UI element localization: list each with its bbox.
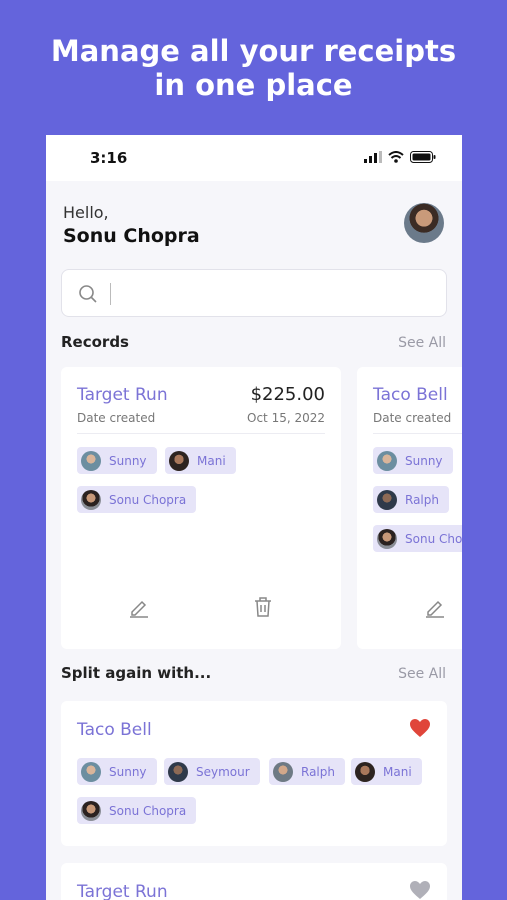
promo-line-2: in one place (154, 68, 353, 102)
promo-line-1: Manage all your receipts (50, 34, 457, 68)
member-chip: Sonu Cho (373, 525, 462, 552)
battery-icon (410, 151, 436, 163)
record-card-target-run[interactable]: Target Run $225.00 Date created Oct 15, … (61, 367, 341, 649)
member-avatar (273, 761, 293, 782)
member-name: Sunny (109, 453, 147, 468)
member-chip: Ralph (373, 486, 449, 513)
date-value: Oct 15, 2022 (247, 411, 325, 425)
split-card-taco-bell[interactable]: Taco Bell Sunny Seymour Ralph Mani Sonu … (61, 701, 447, 846)
profile-avatar[interactable] (404, 203, 444, 243)
member-name: Sunny (109, 764, 147, 779)
greeting-header: Hello, Sonu Chopra (46, 181, 462, 271)
member-avatar (377, 489, 397, 510)
text-cursor (110, 283, 111, 305)
favorite-heart-icon[interactable] (409, 718, 431, 738)
member-name: Seymour (196, 764, 250, 779)
member-avatar (81, 761, 101, 782)
member-name: Sunny (405, 453, 443, 468)
date-label: Date created (77, 411, 156, 425)
split-title: Taco Bell (77, 720, 152, 740)
member-name: Sonu Cho (405, 531, 462, 546)
date-label: Date created (373, 411, 452, 425)
promo-headline: Manage all your receipts in one place (0, 34, 507, 102)
member-chip: Seymour (164, 758, 260, 785)
member-name: Ralph (405, 492, 439, 507)
member-avatar (168, 761, 188, 782)
delete-icon[interactable] (251, 595, 275, 619)
status-bar: 3:16 (46, 135, 462, 181)
member-name: Sonu Chopra (109, 803, 187, 818)
favorite-heart-icon[interactable] (409, 880, 431, 900)
record-title: Target Run (77, 385, 168, 405)
member-chip: Sunny (77, 758, 157, 785)
member-name: Sonu Chopra (109, 492, 187, 507)
split-again-title: Split again with... (61, 664, 212, 682)
member-avatar (169, 450, 189, 471)
split-see-all-link[interactable]: See All (398, 666, 446, 682)
member-name: Mani (197, 453, 226, 468)
member-avatar (81, 800, 101, 821)
member-chip: Sunny (373, 447, 453, 474)
member-chip: Ralph (269, 758, 345, 785)
member-chip: Sunny (77, 447, 157, 474)
card-divider (373, 433, 462, 434)
member-chip: Sonu Chopra (77, 797, 197, 824)
phone-screen: 3:16 Hello, Sonu Chopra Records See All … (46, 135, 462, 900)
member-name: Ralph (301, 764, 335, 779)
status-time: 3:16 (90, 149, 128, 167)
record-amount: $225.00 (250, 384, 325, 405)
edit-icon[interactable] (127, 595, 151, 619)
record-card-taco-bell[interactable]: Taco Bell Date created Sunny Ralph Sonu … (357, 367, 462, 649)
wifi-icon (388, 151, 404, 163)
member-chip: Mani (165, 447, 236, 474)
records-title: Records (61, 333, 129, 351)
record-title: Taco Bell (373, 385, 448, 405)
member-avatar (81, 489, 101, 510)
member-avatar (377, 450, 397, 471)
edit-icon[interactable] (423, 595, 447, 619)
card-divider (77, 433, 325, 434)
search-input[interactable] (61, 269, 447, 317)
member-avatar (355, 761, 375, 782)
signal-icon (364, 151, 382, 163)
user-name: Sonu Chopra (63, 225, 200, 247)
member-avatar (377, 528, 397, 549)
records-see-all-link[interactable]: See All (398, 335, 446, 351)
member-chip: Mani (351, 758, 422, 785)
member-chip: Sonu Chopra (77, 486, 197, 513)
member-avatar (81, 450, 101, 471)
status-icons (364, 151, 436, 163)
search-icon (79, 285, 97, 303)
greeting-text: Hello, (63, 203, 109, 222)
split-card-target-run[interactable]: Target Run (61, 863, 447, 900)
member-name: Mani (383, 764, 412, 779)
split-title: Target Run (77, 882, 168, 900)
